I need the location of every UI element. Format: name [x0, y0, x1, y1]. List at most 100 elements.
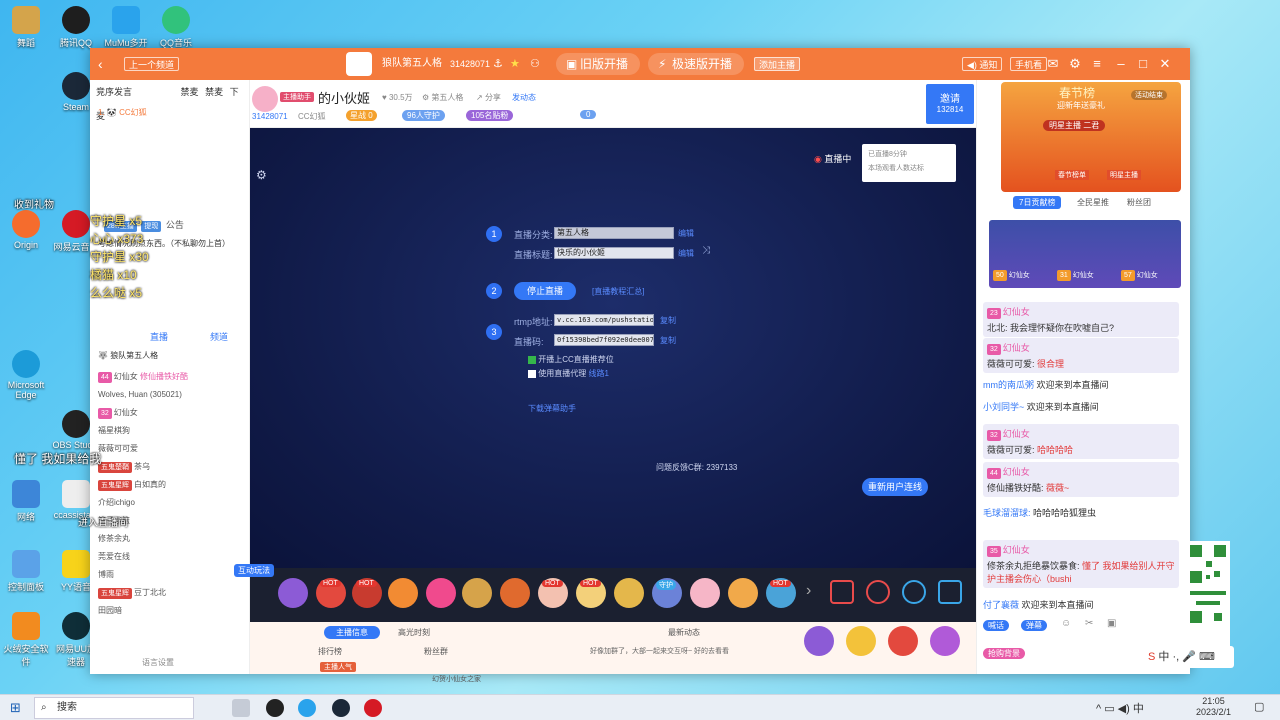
- list-item[interactable]: 福星棋狗: [90, 422, 249, 440]
- network-icon[interactable]: 网络: [2, 480, 50, 523]
- qqmusic-icon[interactable]: QQ音乐: [152, 6, 200, 49]
- list-item[interactable]: 五鬼星辉 白如真的: [90, 476, 249, 494]
- image-icon[interactable]: ▣: [1107, 618, 1116, 629]
- windows-start-icon[interactable]: ⊞: [10, 700, 21, 716]
- gift-item[interactable]: [278, 578, 308, 608]
- cc-taskbar-icon[interactable]: [298, 699, 316, 717]
- tab-mute-all[interactable]: 禁麦: [181, 87, 199, 97]
- scissors-icon[interactable]: ✂: [1085, 618, 1093, 629]
- reconnect-button[interactable]: 重新用户连线: [862, 478, 928, 496]
- list-item[interactable]: 薇薇可可爱: [90, 440, 249, 458]
- gift-item[interactable]: HOT: [316, 578, 346, 608]
- gift-item[interactable]: [728, 578, 758, 608]
- menu-icon[interactable]: ≡: [1088, 54, 1106, 74]
- list-item[interactable]: 五鬼星辉 豆丁北北: [90, 584, 249, 602]
- gift-item[interactable]: [388, 578, 418, 608]
- settings-icon[interactable]: ⚙: [256, 168, 267, 182]
- desktop-icon[interactable]: 舞蹈: [2, 6, 50, 49]
- chat-message[interactable]: 毛球溜溜球: 哈哈哈哈狐狸虫: [977, 504, 1190, 521]
- list-item[interactable]: 莞爱在线: [90, 548, 249, 566]
- mumu-icon[interactable]: MuMu多开: [102, 6, 150, 49]
- minimize-icon[interactable]: –: [1112, 54, 1130, 74]
- fairy-icon[interactable]: [930, 626, 960, 656]
- search-box[interactable]: ⌕ 搜索: [34, 697, 194, 719]
- proxy-checkbox[interactable]: 使用直播代理 线路1: [528, 368, 609, 379]
- game-tag[interactable]: ⚙ 第五人格: [422, 92, 463, 103]
- gift-item[interactable]: HOT: [766, 578, 796, 608]
- category-field[interactable]: 第五人格: [554, 227, 674, 239]
- buy-background-button[interactable]: 抢购背景: [983, 648, 1025, 659]
- steam-taskbar-icon[interactable]: [332, 699, 350, 717]
- fan-count[interactable]: 105名贴粉: [466, 110, 514, 121]
- rank-item[interactable]: 57 幻仙女: [1121, 270, 1158, 281]
- list-item[interactable]: 修茶余丸: [90, 530, 249, 548]
- recommend-checkbox[interactable]: 开播上CC直播推荐位: [528, 354, 614, 365]
- tab-channel[interactable]: 频道: [210, 330, 228, 343]
- danmaku-tab[interactable]: 弹幕: [1021, 620, 1047, 631]
- task-view-icon[interactable]: [232, 699, 250, 717]
- notice-tab[interactable]: 公告: [166, 220, 184, 230]
- notify-button[interactable]: ◀) 通知: [962, 57, 1003, 71]
- tab-queue[interactable]: 竞序发言: [96, 87, 132, 97]
- download-danmaku-link[interactable]: 下载弹幕助手: [528, 403, 576, 414]
- interactive-tag[interactable]: 互动玩法: [234, 564, 274, 577]
- tab-weekly-rank[interactable]: 7日贡献榜: [1013, 196, 1062, 209]
- gift-item[interactable]: HOT: [576, 578, 606, 608]
- phone-watch-button[interactable]: 手机看: [1010, 57, 1048, 71]
- rtmp-field[interactable]: v.cc.163.com/pushstation: [554, 314, 654, 326]
- avatar[interactable]: [252, 86, 278, 112]
- gift-item[interactable]: [462, 578, 492, 608]
- prev-channel-button[interactable]: 上一个频道: [124, 57, 180, 71]
- clock[interactable]: 21:05 2023/2/1: [1196, 696, 1231, 718]
- qq-icon[interactable]: 腾讯QQ: [52, 6, 100, 49]
- settings-icon[interactable]: ⚙: [1066, 54, 1084, 74]
- tab-live[interactable]: 直播: [150, 330, 168, 343]
- add-host-button[interactable]: 添加主播: [754, 57, 801, 71]
- list-item[interactable]: 田园暗: [90, 602, 249, 620]
- anchor-icon[interactable]: ⚓: [493, 54, 503, 74]
- ime-toolbar[interactable]: S 中 ·, 🎤 ⌨: [1144, 646, 1234, 668]
- fireworks-icon[interactable]: [888, 626, 918, 656]
- shuffle-icon[interactable]: ⤨: [702, 245, 710, 256]
- gift-item[interactable]: HOT: [538, 578, 568, 608]
- withdraw-button[interactable]: 提现: [141, 221, 162, 232]
- copy-rtmp-link[interactable]: 复制: [660, 315, 676, 326]
- tab-fans[interactable]: 粉丝团: [1127, 197, 1151, 208]
- chat-message[interactable]: 小刘同学~ 欢迎来到本直播间: [977, 398, 1190, 415]
- chat-message[interactable]: 35 幻仙女 修茶余丸拒绝暴饮暴食: 懂了 我如果给别人开守护主播会伤心（bushi: [983, 540, 1179, 588]
- chat-message[interactable]: 32 幻仙女 薇薇可可爱: 哈哈哈哈: [983, 424, 1179, 459]
- title-field[interactable]: 快乐的小伙姬: [554, 247, 674, 259]
- close-icon[interactable]: ✕: [1156, 54, 1174, 74]
- list-item[interactable]: Wolves, Huan (305021): [90, 386, 249, 404]
- queue-first[interactable]: 1. 🐼 CC幻狐: [90, 104, 249, 122]
- share-button[interactable]: ↗ 分享: [476, 92, 501, 103]
- list-item[interactable]: 介绍ichigo: [90, 494, 249, 512]
- post-dynamic-link[interactable]: 发动态: [512, 92, 536, 103]
- list-item[interactable]: 44 幻仙女 修仙播铁好酷: [90, 368, 249, 386]
- back-arrow-icon[interactable]: ‹: [98, 54, 103, 74]
- list-item[interactable]: 32 幻仙女: [90, 404, 249, 422]
- wish-icon[interactable]: [902, 580, 926, 604]
- stream-key-field[interactable]: 0f15398bed7f092e0dee0072: [554, 334, 654, 346]
- gift-item[interactable]: 守护: [652, 578, 682, 608]
- edit-title-link[interactable]: 编辑: [678, 248, 694, 259]
- gift-item[interactable]: [500, 578, 530, 608]
- notification-icon[interactable]: ▢: [1254, 700, 1264, 713]
- copy-key-link[interactable]: 复制: [660, 335, 676, 346]
- list-item[interactable]: 五鬼楚鞘 茶乌: [90, 458, 249, 476]
- red-envelope-icon[interactable]: [830, 580, 854, 604]
- old-stream-button[interactable]: ▣ 旧版开播: [556, 53, 641, 75]
- origin-icon[interactable]: Origin: [2, 210, 50, 250]
- chat-message[interactable]: mm的南瓜粥 欢迎来到本直播间: [977, 376, 1190, 393]
- gift-item[interactable]: [614, 578, 644, 608]
- shout-tab[interactable]: 喊话: [983, 620, 1009, 631]
- stop-stream-button[interactable]: 停止直播: [514, 282, 576, 300]
- invite-button[interactable]: 邀请 132814: [926, 84, 974, 124]
- gift-item[interactable]: [426, 578, 456, 608]
- gift-box-icon[interactable]: [866, 580, 890, 604]
- gift-item[interactable]: [690, 578, 720, 608]
- tab-latest-news[interactable]: 最新动态: [668, 627, 700, 638]
- chat-message[interactable]: 23 幻仙女 北北: 我会理怀疑你在吹嘘自己?: [983, 302, 1179, 337]
- list-item[interactable]: 博雨: [90, 566, 249, 584]
- chevron-right-icon[interactable]: ›: [806, 582, 811, 600]
